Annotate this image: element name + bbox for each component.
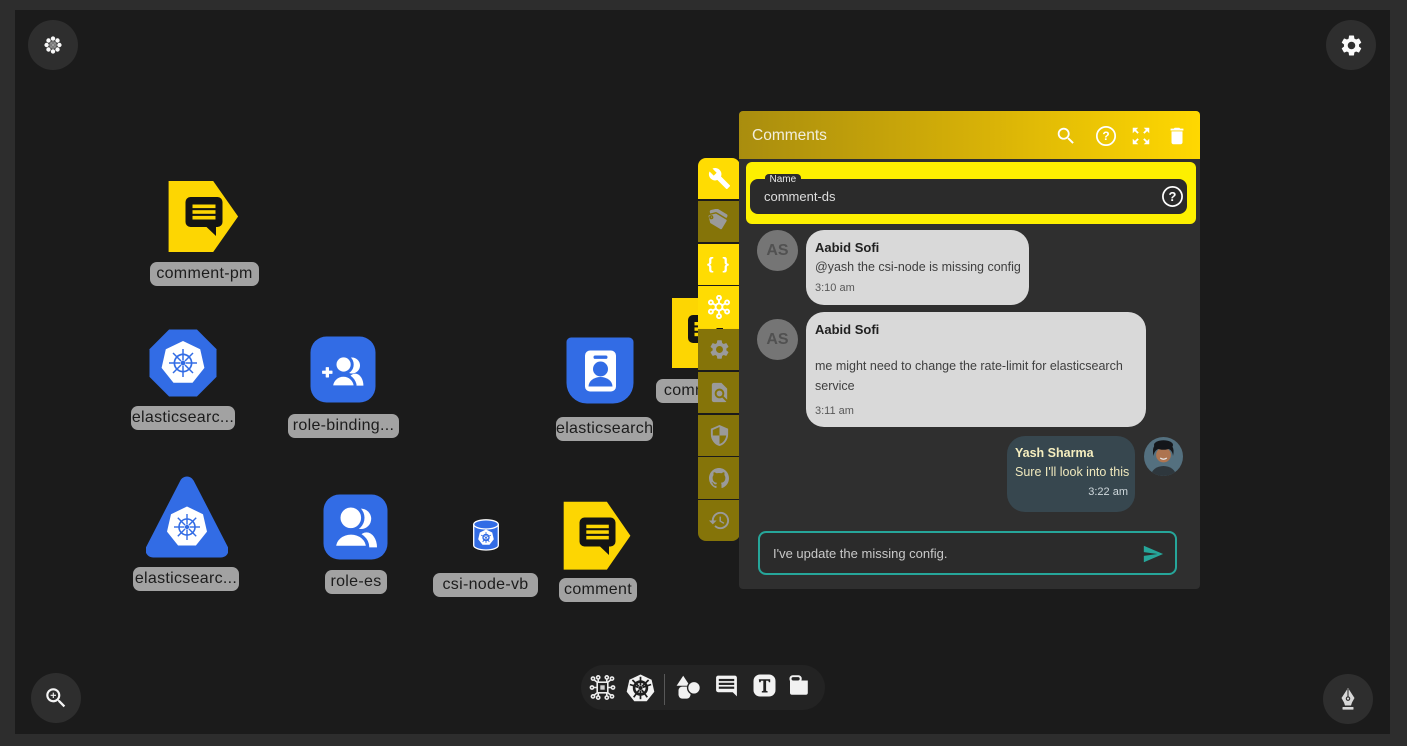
svg-text:?: ?	[1169, 189, 1177, 204]
svg-text:?: ?	[1102, 129, 1109, 143]
